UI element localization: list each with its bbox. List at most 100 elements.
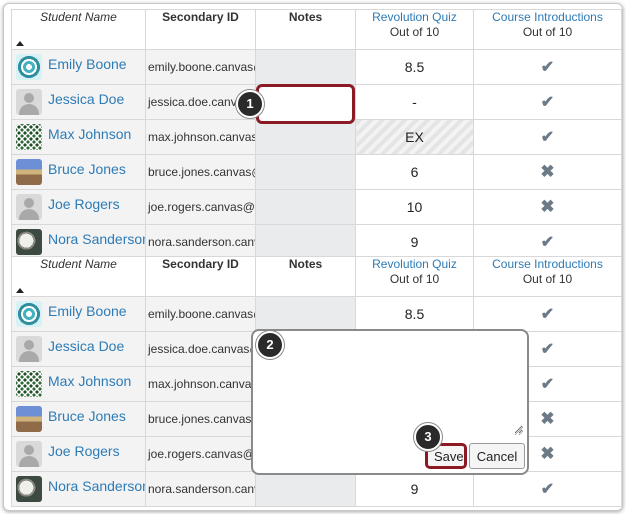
notes-cell[interactable] [255,119,356,155]
notes-cell-highlight[interactable] [256,84,355,124]
grade-cell[interactable]: 8.5 [355,49,474,85]
sort-ascending-icon[interactable] [16,288,24,293]
student-name-link[interactable]: Joe Rogers [48,196,120,212]
student-name-cell: Nora Sanderson [11,224,146,260]
cross-icon: ✖ [540,197,555,216]
grade-cell[interactable]: 9 [355,224,474,260]
check-icon: ✔ [540,234,555,251]
grade-cell[interactable]: 10 [355,189,474,225]
assignment-link[interactable]: Revolution Quiz [357,258,473,273]
avatar[interactable] [16,301,42,327]
student-row: Max Johnson max.johnson.canvas@ EX ✔ [11,119,622,155]
student-name-link[interactable]: Emily Boone [48,303,127,319]
notes-editor-popup: Save Cancel [251,329,529,475]
column-header-course-introductions[interactable]: Course Introductions Out of 10 [473,9,622,50]
screenshot-frame: Student Name Secondary ID Notes Revoluti… [3,3,623,511]
column-header-course-introductions[interactable]: Course Introductions Out of 10 [473,256,622,297]
student-name-link[interactable]: Emily Boone [48,56,127,72]
step-2-badge: 2 [256,331,284,359]
secondary-id-cell: emily.boone.canvas@ [145,49,256,85]
grade-cell[interactable]: ✖ [473,154,622,190]
grade-cell[interactable]: ✔ [473,224,622,260]
avatar[interactable] [16,159,42,185]
assignment-link[interactable]: Revolution Quiz [357,11,473,26]
assignment-link[interactable]: Course Introductions [475,258,621,273]
grade-cell[interactable]: ✔ [473,49,622,85]
avatar[interactable] [16,441,42,467]
avatar[interactable] [16,54,42,80]
student-name-link[interactable]: Nora Sanderson [48,231,145,247]
check-icon: ✔ [540,376,555,393]
column-label: Notes [288,257,323,272]
column-header-secondary-id[interactable]: Secondary ID [145,9,256,50]
student-name-link[interactable]: Nora Sanderson [48,478,145,494]
notes-cell[interactable] [255,471,356,507]
grade-cell[interactable]: - [355,84,474,120]
notes-textarea[interactable] [258,337,524,435]
check-icon: ✔ [540,129,555,146]
grade-cell[interactable]: ✔ [473,119,622,155]
grade-cell-excused[interactable]: EX [355,119,474,155]
gradebook-table-before: Student Name Secondary ID Notes Revoluti… [11,9,622,260]
cancel-button[interactable]: Cancel [469,443,525,469]
student-row: Nora Sanderson nora.sanderson.canv 9 ✔ [11,471,622,507]
avatar[interactable] [16,406,42,432]
sort-ascending-icon[interactable] [16,41,24,46]
notes-cell[interactable] [255,296,356,332]
avatar[interactable] [16,336,42,362]
avatar[interactable] [16,371,42,397]
student-row: Emily Boone emily.boone.canvas@ 8.5 ✔ [11,296,622,332]
cross-icon: ✖ [540,162,555,181]
secondary-id-cell: nora.sanderson.canv [145,224,256,260]
notes-cell[interactable] [255,154,356,190]
secondary-id-cell: emily.boone.canvas@ [145,296,256,332]
grade-cell[interactable]: 9 [355,471,474,507]
check-icon: ✔ [540,481,555,498]
column-header-student-name[interactable]: Student Name [11,256,146,297]
student-name-link[interactable]: Jessica Doe [48,338,124,354]
column-header-secondary-id[interactable]: Secondary ID [145,256,256,297]
notes-cell[interactable] [255,189,356,225]
column-header-student-name[interactable]: Student Name [11,9,146,50]
notes-cell[interactable] [255,224,356,260]
secondary-id-cell: max.johnson.canvas@ [145,119,256,155]
student-name-link[interactable]: Joe Rogers [48,443,120,459]
grade-cell[interactable]: 6 [355,154,474,190]
avatar[interactable] [16,476,42,502]
student-name-link[interactable]: Max Johnson [48,126,131,142]
student-name-link[interactable]: Bruce Jones [48,161,126,177]
points-possible: Out of 10 [389,272,440,286]
column-header-revolution-quiz[interactable]: Revolution Quiz Out of 10 [355,256,474,297]
assignment-link[interactable]: Course Introductions [475,11,621,26]
grade-cell[interactable]: ✔ [473,296,622,332]
grade-cell[interactable]: ✔ [473,84,622,120]
column-label: Notes [288,10,323,25]
resize-handle-icon[interactable] [515,427,523,435]
student-name-cell: Emily Boone [11,296,146,332]
student-row: Emily Boone emily.boone.canvas@ 8.5 ✔ [11,49,622,85]
secondary-id-cell: bruce.jones.canvas@ [145,401,256,437]
notes-cell[interactable] [255,49,356,85]
grade-cell[interactable]: 8.5 [355,296,474,332]
grade-cell[interactable]: ✔ [473,471,622,507]
student-name-cell: Max Johnson [11,119,146,155]
student-name-link[interactable]: Bruce Jones [48,408,126,424]
points-possible: Out of 10 [389,25,440,39]
secondary-id-cell: joe.rogers.canvas@gr [145,189,256,225]
avatar[interactable] [16,124,42,150]
column-header-revolution-quiz[interactable]: Revolution Quiz Out of 10 [355,9,474,50]
points-possible: Out of 10 [522,272,573,286]
avatar[interactable] [16,229,42,255]
student-row: Nora Sanderson nora.sanderson.canv 9 ✔ [11,224,622,260]
student-name-link[interactable]: Jessica Doe [48,91,124,107]
student-row: Bruce Jones bruce.jones.canvas@ 6 ✖ [11,154,622,190]
column-header-notes[interactable]: Notes [255,9,356,50]
check-icon: ✔ [540,341,555,358]
column-header-notes[interactable]: Notes [255,256,356,297]
avatar[interactable] [16,194,42,220]
grade-cell[interactable]: ✖ [473,189,622,225]
student-name-link[interactable]: Max Johnson [48,373,131,389]
avatar[interactable] [16,89,42,115]
student-name-cell: Joe Rogers [11,189,146,225]
cross-icon: ✖ [540,409,555,428]
